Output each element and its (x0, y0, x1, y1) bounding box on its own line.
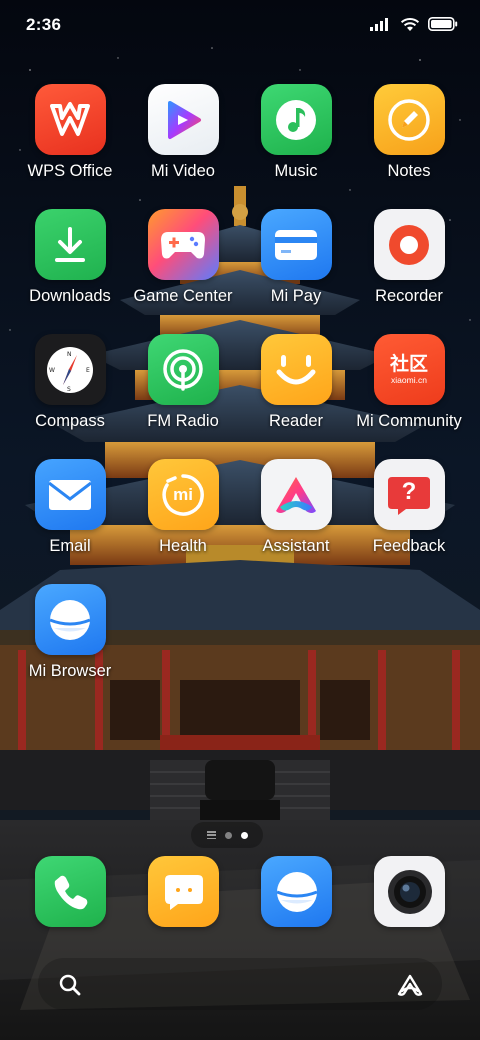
page-indicator[interactable] (191, 822, 263, 848)
phone-icon[interactable] (35, 856, 106, 927)
search-icon[interactable] (56, 971, 84, 999)
app-label: Mi Community (356, 412, 462, 430)
svg-text:N: N (67, 351, 72, 358)
app-compass[interactable]: N E S W Compass (10, 334, 130, 444)
wifi-icon (400, 17, 420, 32)
cellular-signal-icon (370, 17, 392, 31)
app-notes[interactable]: Notes (349, 84, 469, 194)
browser-icon[interactable] (261, 856, 332, 927)
app-mi-browser[interactable]: Mi Browser (10, 584, 130, 694)
health-icon-text: mi (173, 484, 193, 504)
app-email[interactable]: Email (10, 459, 130, 569)
status-clock: 2:36 (26, 15, 62, 34)
assistant-icon[interactable] (260, 459, 332, 530)
app-label: FM Radio (147, 412, 219, 430)
health-icon[interactable]: mi (147, 459, 219, 530)
app-label: Mi Video (151, 162, 215, 180)
battery-icon (428, 17, 458, 31)
svg-text:S: S (67, 386, 71, 393)
page-dot-1[interactable] (224, 831, 232, 839)
app-wps-office[interactable]: WPS Office (10, 84, 130, 194)
app-feedback[interactable]: ? Feedback (349, 459, 469, 569)
app-label: WPS Office (27, 162, 113, 180)
fm-radio-icon[interactable] (147, 334, 219, 405)
mi-pay-icon[interactable] (260, 209, 332, 280)
app-health[interactable]: mi Health (123, 459, 243, 569)
status-icons (370, 15, 458, 33)
app-label: Downloads (29, 287, 111, 305)
camera-icon[interactable] (374, 856, 445, 927)
app-fm-radio[interactable]: FM Radio (123, 334, 243, 444)
app-game-center[interactable]: Game Center (123, 209, 243, 319)
page-dot-2-active[interactable] (240, 831, 248, 839)
mi-browser-icon[interactable] (34, 584, 106, 655)
app-label: Mi Pay (270, 287, 322, 305)
downloads-icon[interactable] (34, 209, 106, 280)
app-label: Game Center (133, 287, 233, 305)
app-label: Assistant (262, 537, 330, 555)
status-bar: 2:36 (0, 0, 480, 52)
app-label: Recorder (375, 287, 443, 305)
app-label: Mi Browser (28, 662, 112, 680)
app-downloads[interactable]: Downloads (10, 209, 130, 319)
compass-icon[interactable]: N E S W (34, 334, 106, 405)
recorder-icon[interactable] (373, 209, 445, 280)
app-label: Reader (268, 412, 324, 430)
mi-community-icon[interactable]: 社区 xiaomi.cn (373, 334, 445, 405)
game-center-icon[interactable] (147, 209, 219, 280)
app-label: Music (274, 162, 318, 180)
dock (0, 856, 480, 936)
app-mi-pay[interactable]: Mi Pay (236, 209, 356, 319)
svg-text:W: W (49, 367, 55, 374)
app-label: Compass (35, 412, 105, 430)
app-music[interactable]: Music (236, 84, 356, 194)
app-recorder[interactable]: Recorder (349, 209, 469, 319)
mi-community-icon-text: 社区 (389, 353, 428, 375)
app-assistant[interactable]: Assistant (236, 459, 356, 569)
app-label: Notes (387, 162, 431, 180)
app-mi-community[interactable]: 社区 xiaomi.cn Mi Community (349, 334, 469, 444)
notes-icon[interactable] (373, 84, 445, 155)
reader-icon[interactable] (260, 334, 332, 405)
svg-text:E: E (86, 367, 90, 374)
app-label: Feedback (372, 537, 446, 555)
app-label: Health (159, 537, 207, 555)
bottom-bar (38, 958, 442, 1010)
page-menu-icon (206, 831, 216, 839)
messaging-icon[interactable] (148, 856, 219, 927)
app-reader[interactable]: Reader (236, 334, 356, 444)
assistant-icon[interactable] (396, 971, 424, 999)
feedback-icon[interactable]: ? (373, 459, 445, 530)
wps-office-icon[interactable] (34, 84, 106, 155)
app-mi-video[interactable]: Mi Video (123, 84, 243, 194)
app-label: Email (49, 537, 91, 555)
mi-video-icon[interactable] (147, 84, 219, 155)
music-icon[interactable] (260, 84, 332, 155)
mi-community-icon-subtext: xiaomi.cn (391, 375, 427, 385)
feedback-icon-text: ? (401, 477, 417, 505)
email-icon[interactable] (34, 459, 106, 530)
